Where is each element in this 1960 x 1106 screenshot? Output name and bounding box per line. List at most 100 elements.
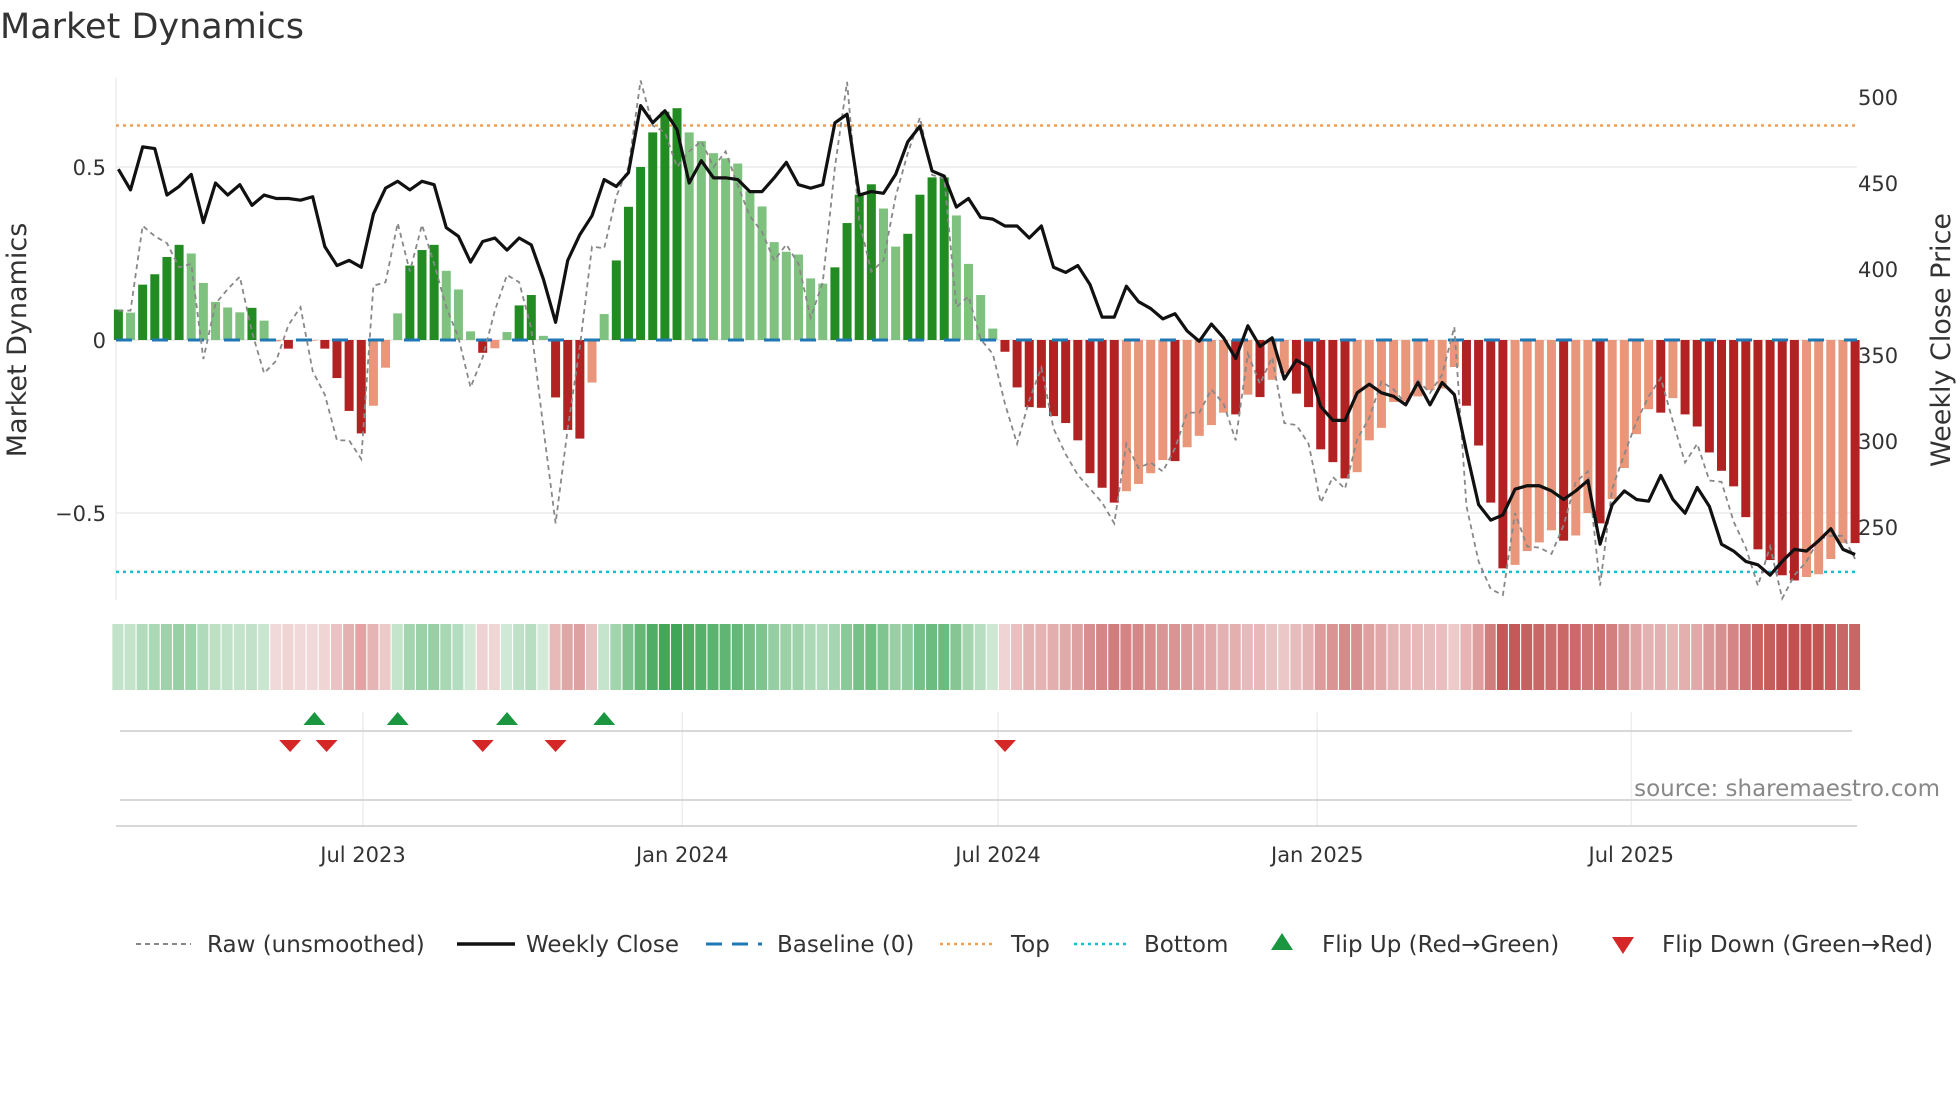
heatmap-cell [1120, 624, 1132, 690]
bar-negative [575, 340, 585, 439]
heatmap-cell [1411, 624, 1423, 690]
bar-negative [1401, 340, 1411, 402]
bar-negative [1194, 340, 1204, 436]
legend-item-raw[interactable]: Raw (unsmoothed) [136, 932, 425, 958]
bar-negative [1668, 340, 1678, 399]
heatmap-cell [683, 624, 695, 690]
bar-positive [648, 132, 658, 340]
bar-negative [368, 340, 378, 406]
bar-positive [223, 307, 233, 340]
heatmap-cell [525, 624, 537, 690]
heatmap-cell [488, 624, 500, 690]
bar-negative [1826, 340, 1836, 560]
heatmap-cell [1751, 624, 1763, 690]
bar-positive [138, 284, 148, 340]
x-tick-label: Jan 2025 [1269, 843, 1364, 867]
heatmap-cell [1533, 624, 1545, 690]
bar-negative [1425, 340, 1435, 391]
bar-positive [696, 141, 706, 340]
bar-positive [793, 254, 803, 340]
heatmap-cell [622, 624, 634, 690]
left-axis-label: Market Dynamics [2, 223, 33, 458]
heatmap-cell [537, 624, 549, 690]
flip-down-icon [471, 740, 494, 752]
bar-positive [186, 253, 196, 340]
bar-negative [1729, 340, 1739, 487]
bar-positive [903, 233, 913, 340]
legend-item-close[interactable]: Weekly Close [457, 932, 679, 958]
bar-positive [623, 206, 633, 340]
heatmap-cell [1557, 624, 1569, 690]
heatmap-cell [926, 624, 938, 690]
right-tick-label: 400 [1858, 258, 1898, 282]
bar-negative [551, 340, 561, 398]
bar-positive [113, 309, 123, 340]
heatmap-cell [561, 624, 573, 690]
bar-negative [1170, 340, 1180, 462]
heatmap-cell [1472, 624, 1484, 690]
left-tick-label: 0.5 [73, 156, 106, 180]
legend-item-flip-down[interactable]: Flip Down (Green→Red) [1612, 932, 1933, 958]
heatmap-cell [1326, 624, 1338, 690]
bar-positive [745, 191, 755, 340]
bar-negative [1838, 340, 1848, 544]
heatmap-cell [634, 624, 646, 690]
bar-negative [1364, 340, 1374, 441]
heatmap-cell [124, 624, 136, 690]
legend-item-bottom[interactable]: Bottom [1074, 932, 1228, 958]
heatmap-cell [731, 624, 743, 690]
heatmap-cell [1108, 624, 1120, 690]
bar-positive [405, 265, 415, 340]
heatmap-cell [792, 624, 804, 690]
legend-item-baseline[interactable]: Baseline (0) [706, 932, 914, 958]
heatmap-cell [1618, 624, 1630, 690]
legend-item-top[interactable]: Top [940, 932, 1050, 958]
heatmap-cell [816, 624, 828, 690]
heatmap-cell [1229, 624, 1241, 690]
bar-negative [1717, 340, 1727, 471]
heatmap-cell [1448, 624, 1460, 690]
heatmap-cell [1387, 624, 1399, 690]
legend-item-flip-up[interactable]: Flip Up (Red→Green) [1271, 932, 1559, 958]
bar-negative [1328, 340, 1338, 463]
bar-positive [235, 312, 245, 340]
heatmap-cell [1375, 624, 1387, 690]
heatmap-cell [367, 624, 379, 690]
heatmap-cell [1630, 624, 1642, 690]
bar-positive [879, 208, 888, 340]
bar-negative [1109, 340, 1119, 503]
bar-negative [1777, 340, 1787, 576]
bar-positive [927, 177, 937, 340]
bar-negative [381, 340, 391, 368]
heatmap-cell [986, 624, 998, 690]
heatmap-cell [1302, 624, 1314, 690]
heatmap-cell [950, 624, 962, 690]
right-tick-label: 450 [1858, 172, 1898, 196]
heatmap-cell [658, 624, 670, 690]
bar-negative [1522, 340, 1532, 552]
heatmap-cell [1023, 624, 1035, 690]
heatmap-cell [197, 624, 209, 690]
heatmap-cell [1132, 624, 1144, 690]
chart-title: Market Dynamics [0, 7, 304, 47]
heatmap-cell [573, 624, 585, 690]
bar-negative [1461, 340, 1471, 406]
heatmap-cell [889, 624, 901, 690]
bar-positive [538, 335, 548, 340]
heatmap-cell [452, 624, 464, 690]
heatmap-cell [913, 624, 925, 690]
bar-positive [453, 289, 463, 340]
bar-negative [344, 340, 354, 411]
heatmap-cell [646, 624, 658, 690]
left-axis-ticks: 0.5 0 −0.5 [55, 156, 106, 526]
right-tick-label: 350 [1858, 344, 1898, 368]
heatmap-cell [901, 624, 913, 690]
heatmap-cell [403, 624, 415, 690]
bar-negative [1571, 340, 1581, 536]
bar-positive [915, 194, 925, 340]
legend-close-label: Weekly Close [526, 932, 679, 958]
heatmap-strip [112, 624, 1861, 690]
bar-positive [636, 167, 646, 340]
heatmap-cell [1654, 624, 1666, 690]
bar-positive [976, 295, 986, 340]
